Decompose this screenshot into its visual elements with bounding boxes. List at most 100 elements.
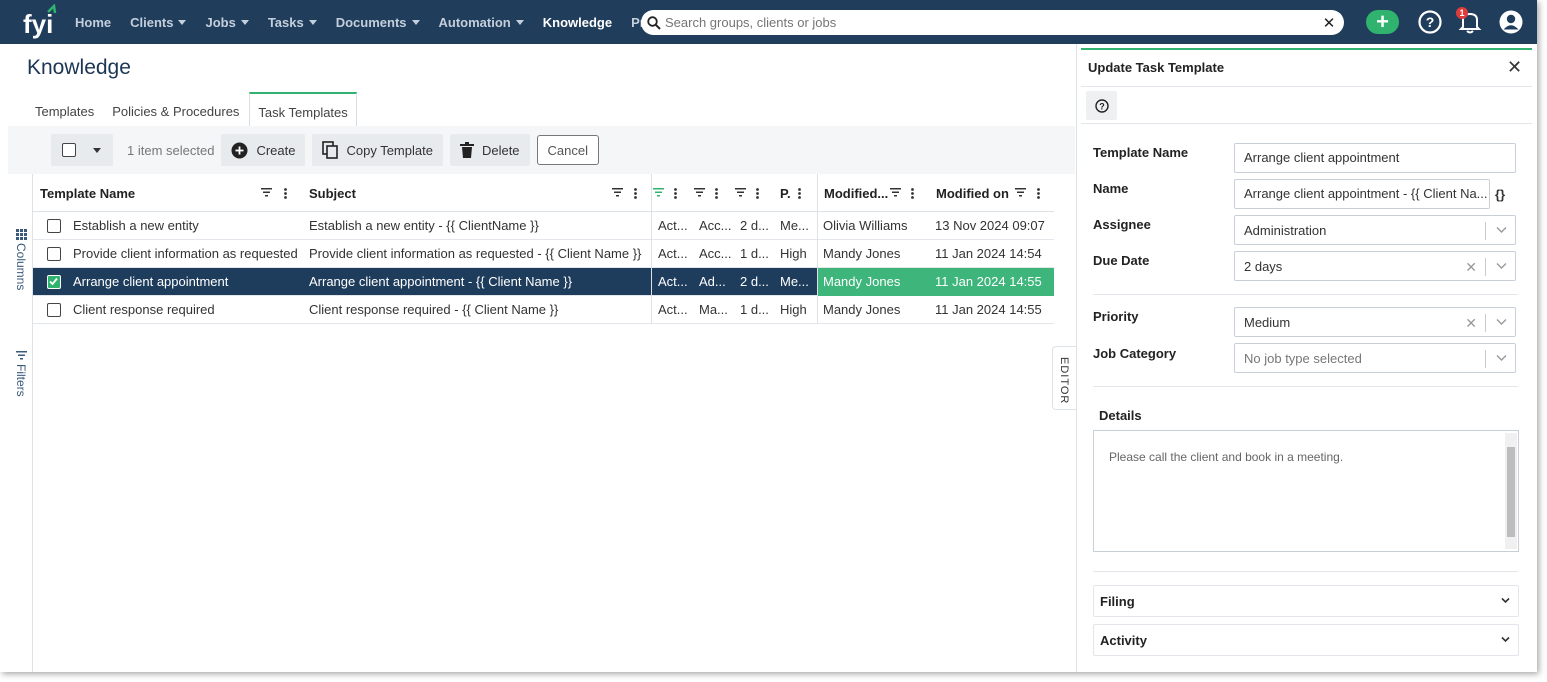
column-header[interactable]: Modified... bbox=[824, 174, 888, 212]
clear-icon[interactable]: ✕ bbox=[1465, 308, 1477, 338]
table-cell: 2 d... bbox=[740, 274, 769, 289]
grid-icon bbox=[16, 229, 27, 240]
priority-select[interactable]: Medium ✕ bbox=[1234, 307, 1516, 337]
table-cell: Provide client information as requested … bbox=[309, 246, 642, 261]
table-row[interactable]: Client response required Client response … bbox=[33, 296, 1054, 324]
insert-placeholder-icon[interactable]: {} bbox=[1495, 187, 1505, 202]
nav-item-automation[interactable]: Automation bbox=[439, 15, 524, 30]
table-cell: Mandy Jones bbox=[823, 302, 901, 317]
priority-label: Priority bbox=[1093, 309, 1139, 324]
assignee-label: Assignee bbox=[1093, 217, 1151, 232]
column-filter-icon[interactable] bbox=[612, 188, 623, 197]
select-divider bbox=[1485, 314, 1486, 332]
chevron-down-icon[interactable] bbox=[1496, 354, 1507, 362]
column-filter-icon[interactable] bbox=[694, 188, 705, 197]
clear-icon[interactable]: ✕ bbox=[1465, 252, 1477, 282]
select-divider bbox=[1485, 222, 1486, 240]
chevron-down-icon[interactable] bbox=[1496, 318, 1507, 326]
column-filter-icon[interactable] bbox=[1015, 188, 1026, 197]
column-filter-icon[interactable] bbox=[261, 188, 272, 197]
task-templates-grid: Template Name Subject P. Modified... Modifie… bbox=[33, 174, 1054, 324]
column-filter-icon[interactable] bbox=[653, 188, 664, 197]
table-row[interactable]: Arrange client appointment Arrange client… bbox=[33, 268, 1054, 296]
table-cell: Act... bbox=[658, 302, 688, 317]
select-all-dropdown[interactable] bbox=[51, 134, 113, 166]
textarea-scrollbar[interactable] bbox=[1505, 433, 1517, 549]
job-category-select[interactable]: No job type selected bbox=[1234, 343, 1516, 373]
column-menu-icon[interactable] bbox=[756, 188, 759, 199]
name-input[interactable]: Arrange client appointment - {{ Client N… bbox=[1234, 179, 1490, 209]
editor-toggle-tab[interactable]: EDITOR bbox=[1052, 346, 1076, 410]
nav-item-label: Jobs bbox=[205, 14, 236, 30]
nav-item-tasks[interactable]: Tasks bbox=[268, 15, 317, 30]
delete-button[interactable]: Delete bbox=[449, 134, 530, 166]
clear-search-icon[interactable]: ✕ bbox=[1318, 14, 1340, 32]
help-button[interactable]: ? bbox=[1086, 91, 1117, 120]
create-button[interactable]: Create bbox=[221, 134, 306, 166]
filters-label: Filters bbox=[14, 364, 28, 397]
column-menu-icon[interactable] bbox=[911, 188, 914, 199]
column-menu-icon[interactable] bbox=[798, 188, 801, 199]
activity-accordion[interactable]: Activity bbox=[1093, 624, 1519, 656]
column-header[interactable]: P. bbox=[780, 174, 791, 212]
nav-item-home[interactable]: Home bbox=[75, 15, 111, 30]
column-menu-icon[interactable] bbox=[674, 188, 677, 199]
grid-toolbar: 1 item selected Create Copy Template Del… bbox=[51, 134, 599, 166]
page-title: Knowledge bbox=[27, 56, 131, 79]
cancel-button[interactable]: Cancel bbox=[536, 135, 599, 165]
chevron-down-icon[interactable] bbox=[1496, 262, 1507, 270]
search-input[interactable] bbox=[665, 15, 1318, 30]
nav-item-documents[interactable]: Documents bbox=[336, 15, 420, 30]
row-checkbox[interactable] bbox=[47, 303, 61, 317]
fyi-logo[interactable]: fyi bbox=[20, 4, 60, 40]
panel-accent-bar bbox=[1081, 48, 1532, 50]
column-header[interactable]: Template Name bbox=[40, 174, 135, 212]
details-textarea[interactable]: Please call the client and book in a mee… bbox=[1093, 430, 1519, 552]
column-filter-icon[interactable] bbox=[890, 188, 901, 197]
filing-accordion[interactable]: Filing bbox=[1093, 585, 1519, 617]
template-name-input[interactable]: Arrange client appointment bbox=[1234, 143, 1516, 173]
global-search[interactable]: ✕ bbox=[641, 10, 1344, 35]
row-checkbox[interactable] bbox=[47, 275, 61, 289]
due-date-select[interactable]: 2 days ✕ bbox=[1234, 251, 1516, 281]
assignee-value: Administration bbox=[1244, 223, 1327, 238]
column-menu-icon[interactable] bbox=[284, 188, 287, 199]
add-new-button[interactable]: + bbox=[1366, 10, 1399, 34]
chevron-down-icon[interactable] bbox=[93, 147, 101, 153]
knowledge-tabs: Templates Policies & Procedures Task Templ… bbox=[27, 92, 359, 127]
assignee-select[interactable]: Administration bbox=[1234, 215, 1516, 245]
nav-item-knowledge[interactable]: Knowledge bbox=[543, 15, 612, 30]
column-menu-icon[interactable] bbox=[1037, 188, 1040, 199]
nav-item-label: Automation bbox=[438, 14, 511, 30]
column-header[interactable]: Subject bbox=[309, 174, 356, 212]
row-checkbox[interactable] bbox=[47, 219, 61, 233]
close-icon[interactable]: ✕ bbox=[1507, 57, 1522, 78]
copy-icon bbox=[322, 141, 339, 159]
column-menu-icon[interactable] bbox=[634, 188, 637, 199]
copy-template-button[interactable]: Copy Template bbox=[312, 134, 443, 166]
row-checkbox[interactable] bbox=[47, 247, 61, 261]
caret-down-icon bbox=[240, 19, 249, 25]
table-cell: Me... bbox=[780, 218, 809, 233]
tab-policies-procedures[interactable]: Policies & Procedures bbox=[104, 92, 247, 127]
name-label: Name bbox=[1093, 181, 1129, 196]
tab-task-templates[interactable]: Task Templates bbox=[249, 92, 357, 127]
table-row[interactable]: Establish a new entity Establish a new en… bbox=[33, 212, 1054, 240]
chevron-down-icon[interactable] bbox=[1496, 226, 1507, 234]
caret-down-icon bbox=[515, 19, 524, 25]
tab-templates[interactable]: Templates bbox=[27, 92, 102, 127]
nav-item-jobs[interactable]: Jobs bbox=[205, 14, 249, 30]
help-icon[interactable]: ? bbox=[1417, 9, 1443, 35]
table-cell: Mandy Jones bbox=[823, 274, 901, 289]
column-menu-icon[interactable] bbox=[715, 188, 718, 199]
table-cell: Client response required bbox=[73, 302, 215, 317]
column-filter-icon[interactable] bbox=[735, 188, 746, 197]
table-cell: High bbox=[780, 246, 807, 261]
nav-item-clients[interactable]: Clients bbox=[130, 15, 187, 30]
table-cell: Acc... bbox=[699, 218, 732, 233]
user-avatar-icon[interactable] bbox=[1498, 9, 1524, 35]
scrollbar-thumb[interactable] bbox=[1507, 447, 1515, 537]
column-header[interactable]: Modified on bbox=[936, 174, 1009, 212]
table-row[interactable]: Provide client information as requested P… bbox=[33, 240, 1054, 268]
select-all-checkbox[interactable] bbox=[62, 143, 76, 157]
